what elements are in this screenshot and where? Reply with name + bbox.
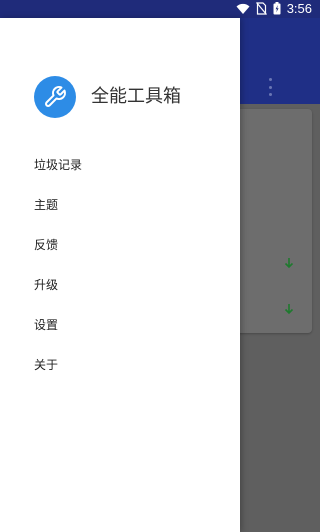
menu-item-upgrade[interactable]: 升级 xyxy=(0,264,240,304)
navigation-drawer: 全能工具箱 垃圾记录 主题 反馈 升级 设置 关于 xyxy=(0,18,240,532)
menu-item-theme[interactable]: 主题 xyxy=(0,184,240,224)
drawer-header: 全能工具箱 xyxy=(0,18,240,138)
menu-item-feedback[interactable]: 反馈 xyxy=(0,224,240,264)
wifi-icon xyxy=(236,0,250,19)
menu-item-trash-records[interactable]: 垃圾记录 xyxy=(0,144,240,184)
download-arrow-icon[interactable] xyxy=(284,256,294,270)
status-bar: 3:56 xyxy=(0,0,320,18)
wrench-icon xyxy=(34,76,76,118)
menu-item-settings[interactable]: 设置 xyxy=(0,304,240,344)
status-icons: 3:56 xyxy=(236,1,312,17)
battery-charging-icon xyxy=(273,0,281,19)
overflow-menu-icon[interactable] xyxy=(264,78,276,96)
content-card xyxy=(232,109,312,333)
download-arrow-icon[interactable] xyxy=(284,302,294,316)
no-sim-icon xyxy=(255,0,267,19)
drawer-menu: 垃圾记录 主题 反馈 升级 设置 关于 xyxy=(0,144,240,384)
menu-item-about[interactable]: 关于 xyxy=(0,344,240,384)
app-name: 全能工具箱 xyxy=(91,86,181,107)
status-time: 3:56 xyxy=(286,1,312,16)
